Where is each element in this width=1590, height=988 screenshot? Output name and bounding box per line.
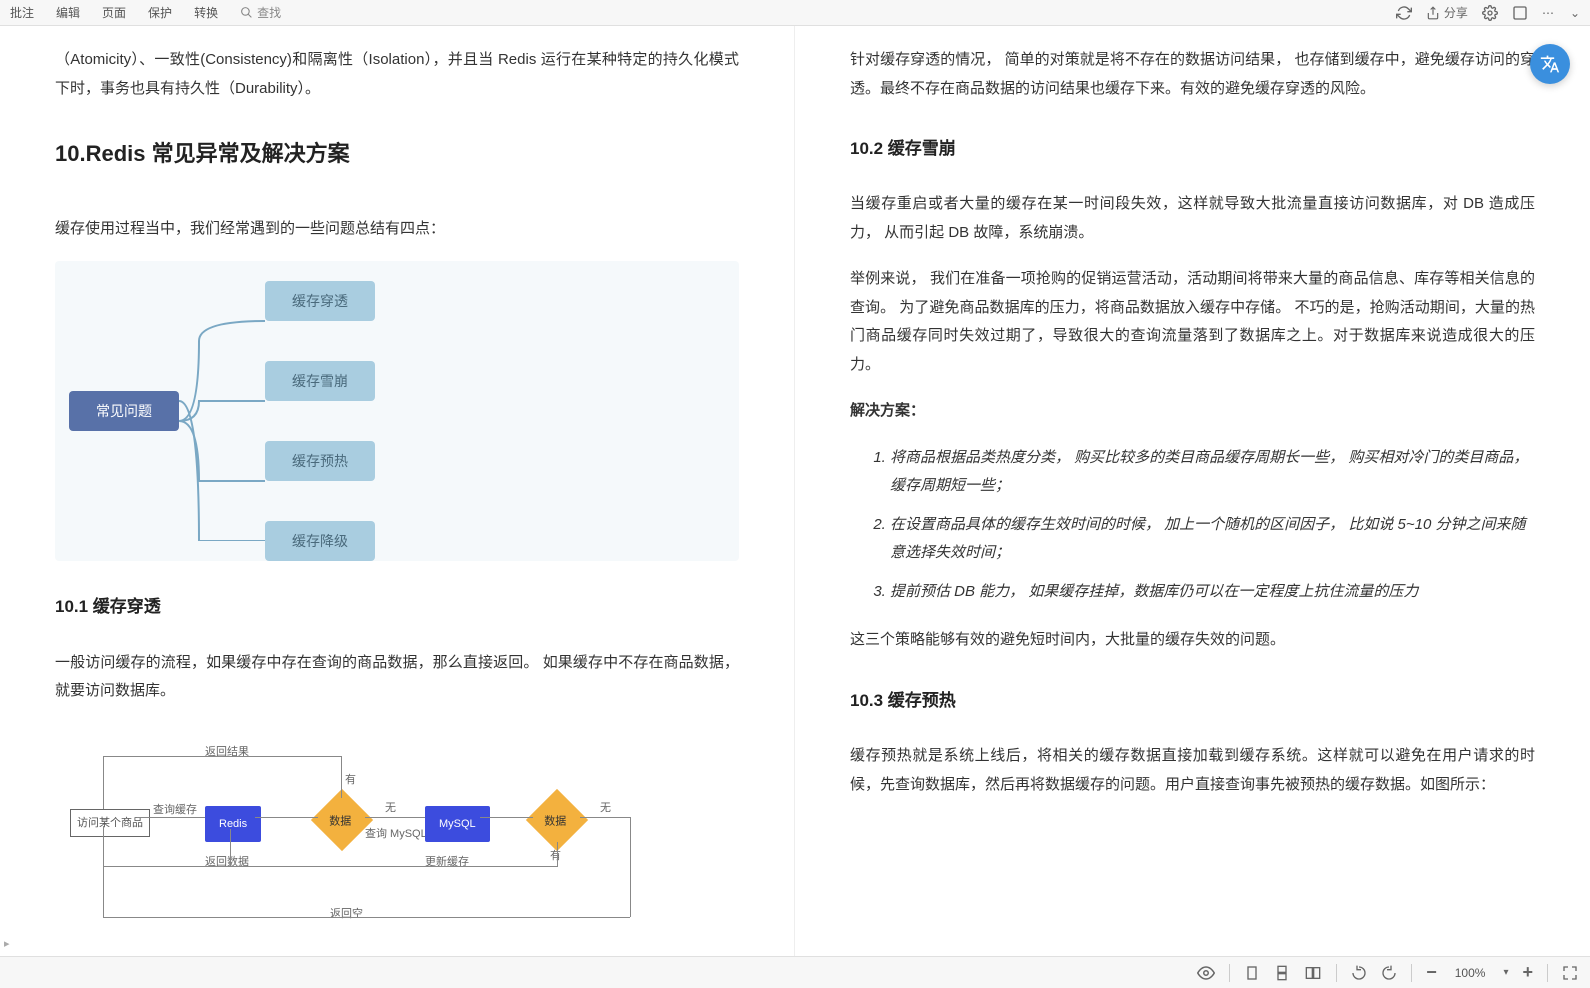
settings-icon[interactable] bbox=[1482, 5, 1498, 21]
menu-convert[interactable]: 转换 bbox=[194, 4, 218, 21]
top-toolbar: 批注 编辑 页面 保护 转换 查找 分享 ⋯ ⌄ bbox=[0, 0, 1590, 26]
float-translate-button[interactable] bbox=[1530, 44, 1570, 84]
mindmap-leaf-3: 缓存预热 bbox=[265, 441, 375, 481]
menu-edit[interactable]: 编辑 bbox=[56, 4, 80, 21]
fullscreen-icon[interactable] bbox=[1562, 965, 1578, 981]
page-left: （Atomicity）、一致性(Consistency)和隔离性（Isolati… bbox=[0, 26, 795, 966]
flow-return-empty: 返回空 bbox=[330, 904, 363, 925]
flow-no2: 无 bbox=[600, 798, 611, 819]
share-icon bbox=[1426, 6, 1440, 20]
chevron-down-icon[interactable]: ⌄ bbox=[1570, 6, 1580, 20]
search-box[interactable]: 查找 bbox=[240, 4, 281, 21]
document-content: （Atomicity）、一致性(Consistency)和隔离性（Isolati… bbox=[0, 26, 1590, 966]
page-right: 针对缓存穿透的情况， 简单的对策就是将不存在的数据访问结果， 也存储到缓存中，避… bbox=[795, 26, 1590, 966]
heading-10-3: 10.3 缓存预热 bbox=[850, 685, 1535, 717]
continuous-page-icon[interactable] bbox=[1274, 965, 1290, 981]
search-icon bbox=[240, 6, 253, 19]
flow-mysql: MySQL bbox=[425, 806, 490, 843]
menu-page[interactable]: 页面 bbox=[102, 4, 126, 21]
flow-return-data: 返回数据 bbox=[205, 852, 249, 873]
refresh-icon[interactable] bbox=[1396, 5, 1412, 21]
bottom-toolbar: − 100% ▾ + bbox=[0, 956, 1590, 988]
rotate-right-icon[interactable] bbox=[1381, 965, 1397, 981]
two-page-icon[interactable] bbox=[1304, 965, 1322, 981]
search-label: 查找 bbox=[257, 4, 281, 21]
para-avalanche-summary: 这三个策略能够有效的避免短时间内，大批量的缓存失效的问题。 bbox=[850, 626, 1535, 655]
rotate-left-icon[interactable] bbox=[1351, 965, 1367, 981]
menu-protect[interactable]: 保护 bbox=[148, 4, 172, 21]
para-warmup: 缓存预热就是系统上线后，将相关的缓存数据直接加载到缓存系统。这样就可以避免在用户… bbox=[850, 742, 1535, 799]
mindmap-root: 常见问题 bbox=[69, 391, 179, 431]
mindmap-leaf-1: 缓存穿透 bbox=[265, 281, 375, 321]
solution-item-3: 提前预估 DB 能力， 如果缓存挂掉，数据库仍可以在一定程度上抗住流量的压力 bbox=[890, 578, 1535, 607]
flow-update-cache: 更新缓存 bbox=[425, 852, 469, 873]
zoom-in-icon[interactable]: + bbox=[1522, 962, 1533, 983]
zoom-level: 100% bbox=[1455, 966, 1486, 980]
mindmap-diagram: 常见问题 缓存穿透 缓存雪崩 缓存预热 缓存降级 bbox=[55, 261, 739, 561]
flow-data1: 数据 bbox=[311, 788, 373, 850]
heading-10: 10.Redis 常见异常及解决方案 bbox=[55, 133, 739, 175]
heading-10-2: 10.2 缓存雪崩 bbox=[850, 133, 1535, 165]
flowchart-diagram: 访问某个商品 查询缓存 Redis 数据 无 查询 MySQL MySQL 数据… bbox=[55, 724, 739, 924]
intro-para: （Atomicity）、一致性(Consistency)和隔离性（Isolati… bbox=[55, 46, 739, 103]
flow-no1: 无 bbox=[385, 798, 396, 819]
mindmap-leaf-2: 缓存雪崩 bbox=[265, 361, 375, 401]
single-page-icon[interactable] bbox=[1244, 965, 1260, 981]
solution-list: 将商品根据品类热度分类， 购买比较多的类目商品缓存周期长一些， 购买相对冷门的类… bbox=[890, 444, 1535, 607]
para-avalanche-2: 举例来说， 我们在准备一项抢购的促销运营活动，活动期间将带来大量的商品信息、库存… bbox=[850, 265, 1535, 379]
flow-yes1: 有 bbox=[345, 770, 356, 791]
mindmap-leaf-4: 缓存降级 bbox=[265, 521, 375, 561]
eye-icon[interactable] bbox=[1197, 964, 1215, 982]
translate-icon bbox=[1540, 54, 1560, 74]
more-icon[interactable]: ⋯ bbox=[1542, 6, 1556, 20]
para-10-1-intro: 一般访问缓存的流程，如果缓存中存在查询的商品数据，那么直接返回。 如果缓存中不存… bbox=[55, 649, 739, 706]
flow-start: 访问某个商品 bbox=[70, 809, 150, 838]
menu-annotate[interactable]: 批注 bbox=[10, 4, 34, 21]
sidebar-handle[interactable]: ▸ bbox=[4, 937, 10, 950]
solution-label: 解决方案： bbox=[850, 397, 1535, 426]
zoom-out-icon[interactable]: − bbox=[1426, 962, 1437, 983]
flow-label-qmysql: 查询 MySQL bbox=[365, 824, 427, 845]
zoom-dropdown-icon[interactable]: ▾ bbox=[1503, 967, 1508, 978]
mindmap-connector bbox=[179, 301, 265, 541]
share-button[interactable]: 分享 bbox=[1426, 4, 1468, 21]
flow-return-result: 返回结果 bbox=[205, 742, 249, 763]
para-penetration-solution: 针对缓存穿透的情况， 简单的对策就是将不存在的数据访问结果， 也存储到缓存中，避… bbox=[850, 46, 1535, 103]
window-icon[interactable] bbox=[1512, 5, 1528, 21]
heading-10-1: 10.1 缓存穿透 bbox=[55, 591, 739, 623]
solution-item-2: 在设置商品具体的缓存生效时间的时候， 加上一个随机的区间因子， 比如说 5~10… bbox=[890, 511, 1535, 568]
para-avalanche-1: 当缓存重启或者大量的缓存在某一时间段失效，这样就导致大批流量直接访问数据库，对 … bbox=[850, 190, 1535, 247]
solution-item-1: 将商品根据品类热度分类， 购买比较多的类目商品缓存周期长一些， 购买相对冷门的类… bbox=[890, 444, 1535, 501]
flow-redis: Redis bbox=[205, 806, 261, 843]
flow-yes2: 有 bbox=[550, 846, 561, 867]
para-problems-intro: 缓存使用过程当中，我们经常遇到的一些问题总结有四点： bbox=[55, 215, 739, 244]
